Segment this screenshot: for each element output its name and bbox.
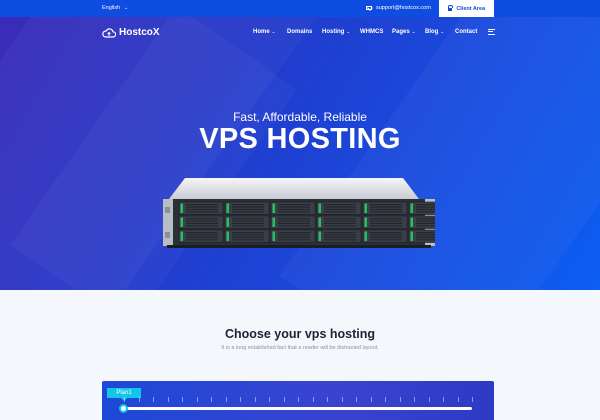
drive-bay: [316, 229, 362, 243]
slider-tick: [341, 397, 343, 402]
drive-bay: [316, 215, 362, 229]
chevron-down-icon: ⌄: [346, 29, 351, 34]
drive-bay: [224, 215, 270, 229]
nav-item-whmcs[interactable]: WHMCS: [360, 29, 383, 35]
slider-tick: [196, 397, 198, 402]
drive-bay: [362, 229, 408, 243]
slider-tick: [370, 397, 372, 402]
slider-tick: [399, 397, 401, 402]
mail-icon: [366, 5, 372, 11]
slider-tick: [443, 397, 444, 402]
slider-tick: [327, 397, 328, 402]
nav-item-label: Pages: [392, 29, 410, 35]
slider-tick: [385, 397, 386, 402]
slider-tick: [457, 397, 459, 402]
drive-bay: [316, 201, 362, 215]
site-logo[interactable]: HostcoX: [102, 27, 160, 38]
slider-tick: [240, 397, 241, 402]
language-selector[interactable]: English ⌄: [102, 5, 128, 11]
logo-text: HostcoX: [119, 27, 160, 38]
slider-tick: [312, 397, 314, 402]
drive-bay: [224, 201, 270, 215]
drive-bay: [362, 215, 408, 229]
cloud-logo-icon: [102, 27, 116, 38]
slider-tick: [254, 397, 256, 402]
hero-section: HostcoX Home ⌄ Domains Hosting ⌄ WHMCS Pages ⌄ B…: [0, 17, 600, 290]
chevron-down-icon: ⌄: [440, 29, 445, 34]
hero-tagline: Fast, Affordable, Reliable: [233, 110, 367, 124]
slider-tick: [283, 397, 285, 402]
plan-slider-panel: Plan1: [102, 381, 494, 420]
slider-tick: [356, 397, 357, 402]
nav-item-pages[interactable]: Pages ⌄: [392, 29, 415, 35]
nav-item-label: Blog: [425, 29, 439, 35]
slider-track[interactable]: [124, 407, 472, 410]
drive-bay: [224, 229, 270, 243]
nav-item-hosting[interactable]: Hosting ⌄: [322, 29, 350, 35]
nav-item-domains[interactable]: Domains: [287, 29, 312, 35]
slider-tick: [472, 397, 473, 402]
client-area-label: Client Area: [456, 5, 486, 12]
slider-tick: [269, 397, 270, 402]
chevron-down-icon: ⌄: [271, 29, 276, 34]
drive-bay: [270, 229, 316, 243]
nav-item-label: Contact: [455, 29, 478, 35]
hamburger-menu-icon[interactable]: [488, 29, 495, 36]
drive-bay: [408, 229, 435, 243]
slider-tick: [414, 397, 415, 402]
slider-handle[interactable]: [119, 404, 128, 413]
language-label: English: [102, 5, 121, 11]
slider-tick: [124, 397, 125, 402]
slider-tick: [153, 397, 154, 402]
nav-item-blog[interactable]: Blog ⌄: [425, 29, 444, 35]
client-area-button[interactable]: Client Area: [439, 0, 494, 17]
drive-bay: [408, 201, 435, 215]
top-bar: English ⌄ support@hostcox.com Client Are…: [0, 0, 600, 17]
chevron-down-icon: ⌄: [124, 5, 129, 11]
plan-badge-label: Plan1: [116, 390, 132, 396]
nav-item-label: Hosting: [322, 29, 345, 35]
nav-item-label: Domains: [287, 29, 313, 35]
slider-tick: [428, 397, 430, 402]
drive-bay: [178, 215, 224, 229]
slider-tick: [167, 397, 169, 402]
nav-item-label: Home: [253, 29, 270, 35]
drive-bay: [178, 229, 224, 243]
slider-tick: [225, 397, 227, 402]
nav-item-contact[interactable]: Contact: [455, 29, 477, 35]
hero-headline: VPS HOSTING: [199, 123, 401, 155]
section-title: Choose your vps hosting: [224, 327, 375, 341]
slider-tick: [138, 397, 140, 402]
slider-tick: [182, 397, 183, 402]
drive-bay: [270, 201, 316, 215]
slider-tick: [211, 397, 212, 402]
lock-icon: [447, 5, 453, 12]
drive-bay: [178, 201, 224, 215]
chevron-down-icon: ⌄: [411, 29, 416, 34]
nav-item-label: WHMCS: [360, 29, 384, 35]
drive-bay: [362, 201, 408, 215]
server-rack-illustration: [163, 178, 435, 248]
drive-bay: [270, 215, 316, 229]
nav-item-home[interactable]: Home ⌄: [253, 29, 275, 35]
drive-bay: [408, 215, 435, 229]
section-subtitle: It is a long established fact that a rea…: [221, 345, 379, 351]
slider-tick: [298, 397, 299, 402]
support-email-link[interactable]: support@hostcox.com: [366, 5, 431, 11]
support-email: support@hostcox.com: [376, 5, 431, 11]
slider-ticks: [124, 397, 473, 403]
